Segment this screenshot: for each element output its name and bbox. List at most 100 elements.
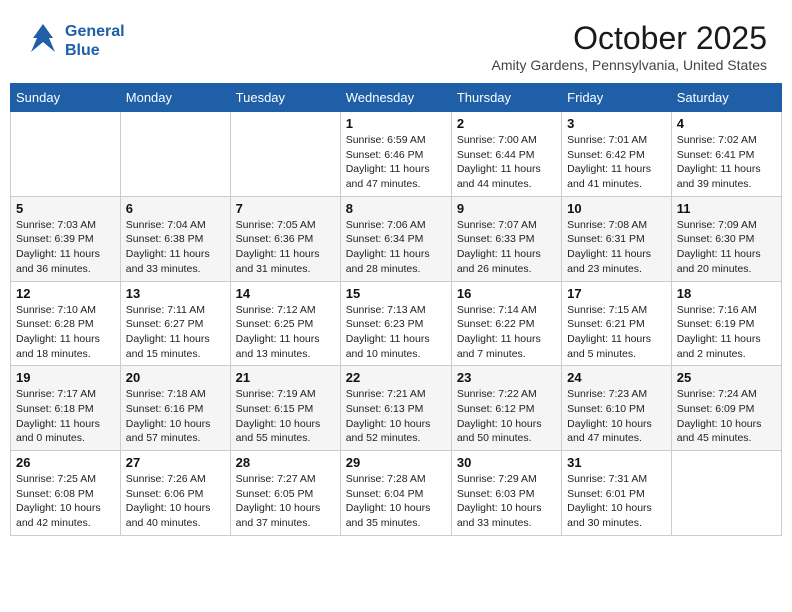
day-content: Sunrise: 7:06 AMSunset: 6:34 PMDaylight:…	[346, 218, 446, 277]
weekday-header-tuesday: Tuesday	[230, 84, 340, 112]
calendar-cell: 16 Sunrise: 7:14 AMSunset: 6:22 PMDayligh…	[451, 281, 561, 366]
day-content: Sunrise: 7:29 AMSunset: 6:03 PMDaylight:…	[457, 472, 556, 531]
weekday-header-saturday: Saturday	[671, 84, 781, 112]
day-content: Sunrise: 7:07 AMSunset: 6:33 PMDaylight:…	[457, 218, 556, 277]
calendar-cell: 6Sunrise: 7:04 AMSunset: 6:38 PMDaylight…	[120, 196, 230, 281]
day-number: 23	[457, 370, 556, 385]
day-number: 20	[126, 370, 225, 385]
day-number: 3	[567, 116, 666, 131]
day-content: Sunrise: 7:17 AMSunset: 6:18 PMDaylight:…	[16, 387, 115, 446]
calendar-cell: 10 Sunrise: 7:08 AMSunset: 6:31 PMDayligh…	[562, 196, 672, 281]
day-number: 13	[126, 286, 225, 301]
calendar-cell: 18 Sunrise: 7:16 AMSunset: 6:19 PMDayligh…	[671, 281, 781, 366]
day-number: 16	[457, 286, 556, 301]
location-subtitle: Amity Gardens, Pennsylvania, United Stat…	[492, 57, 767, 73]
title-area: October 2025 Amity Gardens, Pennsylvania…	[492, 20, 767, 73]
calendar-week-5: 26 Sunrise: 7:25 AMSunset: 6:08 PMDayligh…	[11, 451, 782, 536]
day-content: Sunrise: 7:23 AMSunset: 6:10 PMDaylight:…	[567, 387, 666, 446]
day-number: 5	[16, 201, 115, 216]
calendar-cell: 17 Sunrise: 7:15 AMSunset: 6:21 PMDayligh…	[562, 281, 672, 366]
day-content: Sunrise: 7:04 AMSunset: 6:38 PMDaylight:…	[126, 218, 225, 277]
day-number: 12	[16, 286, 115, 301]
logo-icon	[25, 20, 61, 62]
day-content: Sunrise: 7:26 AMSunset: 6:06 PMDaylight:…	[126, 472, 225, 531]
day-content: Sunrise: 7:05 AMSunset: 6:36 PMDaylight:…	[236, 218, 335, 277]
calendar-cell: 7 Sunrise: 7:05 AMSunset: 6:36 PMDaylight…	[230, 196, 340, 281]
day-number: 2	[457, 116, 556, 131]
day-number: 7	[236, 201, 335, 216]
weekday-header-sunday: Sunday	[11, 84, 121, 112]
calendar-cell	[671, 451, 781, 536]
day-content: Sunrise: 7:24 AMSunset: 6:09 PMDaylight:…	[677, 387, 776, 446]
day-number: 11	[677, 201, 776, 216]
calendar-cell	[120, 112, 230, 197]
calendar-week-4: 19 Sunrise: 7:17 AMSunset: 6:18 PMDayligh…	[11, 366, 782, 451]
calendar-cell: 3 Sunrise: 7:01 AMSunset: 6:42 PMDaylight…	[562, 112, 672, 197]
day-content: Sunrise: 7:12 AMSunset: 6:25 PMDaylight:…	[236, 303, 335, 362]
weekday-header-thursday: Thursday	[451, 84, 561, 112]
day-content: Sunrise: 7:13 AMSunset: 6:23 PMDaylight:…	[346, 303, 446, 362]
calendar-cell: 19 Sunrise: 7:17 AMSunset: 6:18 PMDayligh…	[11, 366, 121, 451]
calendar-cell: 9 Sunrise: 7:07 AMSunset: 6:33 PMDaylight…	[451, 196, 561, 281]
logo-text: General Blue	[65, 22, 125, 60]
calendar-cell: 12 Sunrise: 7:10 AMSunset: 6:28 PMDayligh…	[11, 281, 121, 366]
day-number: 10	[567, 201, 666, 216]
calendar-cell: 27Sunrise: 7:26 AMSunset: 6:06 PMDayligh…	[120, 451, 230, 536]
day-content: Sunrise: 7:00 AMSunset: 6:44 PMDaylight:…	[457, 133, 556, 192]
day-number: 17	[567, 286, 666, 301]
logo-general: General	[65, 23, 125, 40]
calendar-cell: 1Sunrise: 6:59 AMSunset: 6:46 PMDaylight…	[340, 112, 451, 197]
calendar-cell: 5Sunrise: 7:03 AMSunset: 6:39 PMDaylight…	[11, 196, 121, 281]
day-number: 9	[457, 201, 556, 216]
day-number: 26	[16, 455, 115, 470]
day-content: Sunrise: 7:25 AMSunset: 6:08 PMDaylight:…	[16, 472, 115, 531]
calendar-cell: 28 Sunrise: 7:27 AMSunset: 6:05 PMDayligh…	[230, 451, 340, 536]
calendar-cell: 24 Sunrise: 7:23 AMSunset: 6:10 PMDayligh…	[562, 366, 672, 451]
day-content: Sunrise: 7:18 AMSunset: 6:16 PMDaylight:…	[126, 387, 225, 446]
calendar-cell: 23Sunrise: 7:22 AMSunset: 6:12 PMDayligh…	[451, 366, 561, 451]
day-number: 15	[346, 286, 446, 301]
day-content: Sunrise: 7:28 AMSunset: 6:04 PMDaylight:…	[346, 472, 446, 531]
weekday-header-monday: Monday	[120, 84, 230, 112]
day-content: Sunrise: 7:19 AMSunset: 6:15 PMDaylight:…	[236, 387, 335, 446]
day-content: Sunrise: 7:16 AMSunset: 6:19 PMDaylight:…	[677, 303, 776, 362]
calendar-week-3: 12 Sunrise: 7:10 AMSunset: 6:28 PMDayligh…	[11, 281, 782, 366]
calendar-cell: 13Sunrise: 7:11 AMSunset: 6:27 PMDayligh…	[120, 281, 230, 366]
calendar-cell: 21 Sunrise: 7:19 AMSunset: 6:15 PMDayligh…	[230, 366, 340, 451]
day-number: 24	[567, 370, 666, 385]
day-content: Sunrise: 7:08 AMSunset: 6:31 PMDaylight:…	[567, 218, 666, 277]
day-number: 28	[236, 455, 335, 470]
day-content: Sunrise: 7:31 AMSunset: 6:01 PMDaylight:…	[567, 472, 666, 531]
calendar-cell: 26 Sunrise: 7:25 AMSunset: 6:08 PMDayligh…	[11, 451, 121, 536]
day-content: Sunrise: 6:59 AMSunset: 6:46 PMDaylight:…	[346, 133, 446, 192]
day-number: 18	[677, 286, 776, 301]
calendar-cell: 8 Sunrise: 7:06 AMSunset: 6:34 PMDaylight…	[340, 196, 451, 281]
calendar-table: SundayMondayTuesdayWednesdayThursdayFrid…	[10, 83, 782, 536]
day-content: Sunrise: 7:10 AMSunset: 6:28 PMDaylight:…	[16, 303, 115, 362]
calendar-cell: 29 Sunrise: 7:28 AMSunset: 6:04 PMDayligh…	[340, 451, 451, 536]
month-title: October 2025	[492, 20, 767, 57]
day-number: 8	[346, 201, 446, 216]
day-number: 21	[236, 370, 335, 385]
day-content: Sunrise: 7:15 AMSunset: 6:21 PMDaylight:…	[567, 303, 666, 362]
weekday-header-row: SundayMondayTuesdayWednesdayThursdayFrid…	[11, 84, 782, 112]
day-content: Sunrise: 7:14 AMSunset: 6:22 PMDaylight:…	[457, 303, 556, 362]
day-content: Sunrise: 7:27 AMSunset: 6:05 PMDaylight:…	[236, 472, 335, 531]
logo-blue: Blue	[65, 42, 100, 59]
calendar-cell: 22Sunrise: 7:21 AMSunset: 6:13 PMDayligh…	[340, 366, 451, 451]
calendar-cell: 11Sunrise: 7:09 AMSunset: 6:30 PMDayligh…	[671, 196, 781, 281]
calendar-cell: 2 Sunrise: 7:00 AMSunset: 6:44 PMDaylight…	[451, 112, 561, 197]
calendar-cell: 30 Sunrise: 7:29 AMSunset: 6:03 PMDayligh…	[451, 451, 561, 536]
day-content: Sunrise: 7:21 AMSunset: 6:13 PMDaylight:…	[346, 387, 446, 446]
logo: General Blue	[25, 20, 125, 62]
day-content: Sunrise: 7:01 AMSunset: 6:42 PMDaylight:…	[567, 133, 666, 192]
day-number: 30	[457, 455, 556, 470]
calendar-cell: 31Sunrise: 7:31 AMSunset: 6:01 PMDayligh…	[562, 451, 672, 536]
calendar-cell	[11, 112, 121, 197]
calendar-cell: 4Sunrise: 7:02 AMSunset: 6:41 PMDaylight…	[671, 112, 781, 197]
calendar-cell: 15 Sunrise: 7:13 AMSunset: 6:23 PMDayligh…	[340, 281, 451, 366]
day-number: 4	[677, 116, 776, 131]
calendar-cell	[230, 112, 340, 197]
day-number: 29	[346, 455, 446, 470]
day-number: 19	[16, 370, 115, 385]
